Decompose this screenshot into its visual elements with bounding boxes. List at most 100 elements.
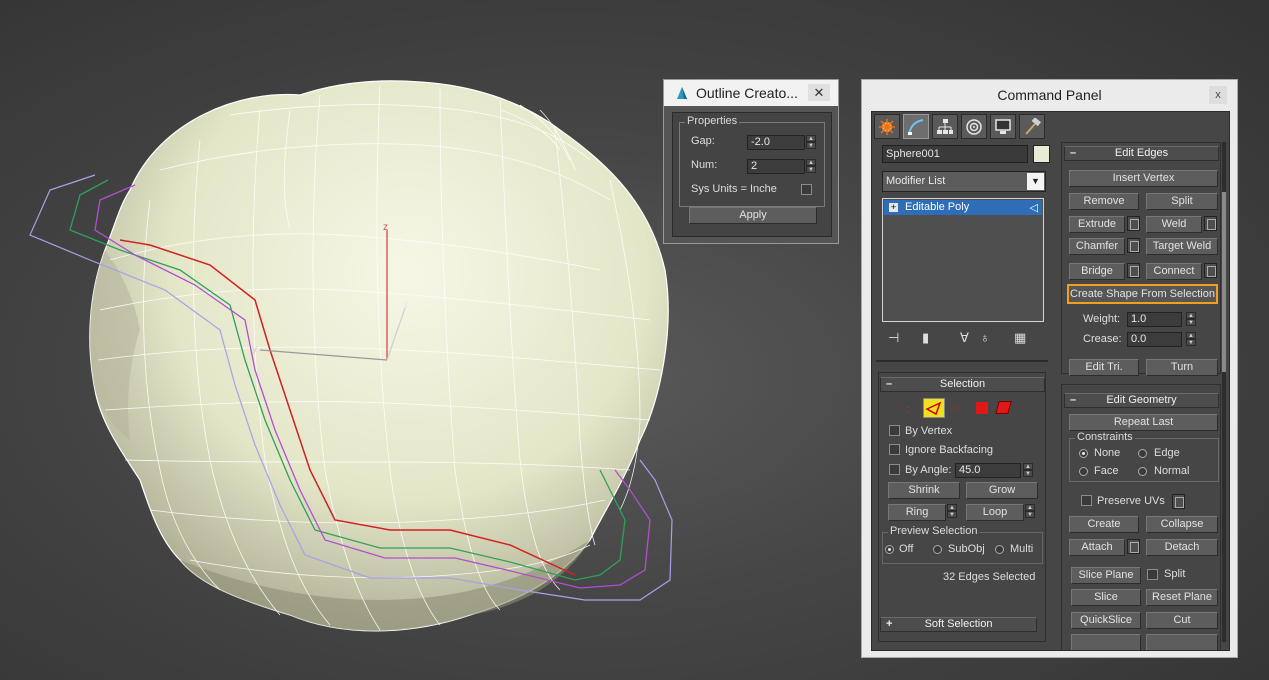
constraint-none-label: None	[1094, 447, 1121, 459]
reset-plane-button[interactable]: Reset Plane	[1146, 589, 1218, 606]
by-angle-field[interactable]: 45.0	[955, 463, 1021, 478]
modifier-list-dropdown[interactable]: Modifier List	[882, 171, 1046, 192]
chevron-down-icon[interactable]: ▼	[1027, 173, 1044, 190]
preview-subobj-radio[interactable]	[933, 545, 942, 554]
tab-utilities[interactable]	[1019, 114, 1045, 139]
chamfer-settings-button[interactable]	[1127, 238, 1140, 253]
edit-edges-rollout-header[interactable]: – Edit Edges	[1064, 146, 1219, 161]
weight-label: Weight:	[1083, 313, 1121, 325]
object-color-swatch[interactable]	[1033, 145, 1050, 163]
polygon-icon[interactable]	[976, 402, 988, 414]
slice-plane-button[interactable]: Slice Plane	[1071, 567, 1141, 584]
gap-field[interactable]: -2.0	[747, 135, 805, 150]
insert-vertex-button[interactable]: Insert Vertex	[1069, 170, 1218, 187]
by-angle-checkbox[interactable]	[889, 464, 900, 475]
num-label: Num:	[691, 159, 718, 171]
remove-modifier-icon[interactable]: ♁	[980, 330, 990, 345]
tab-motion[interactable]	[961, 114, 987, 139]
crease-spinner[interactable]: ▲ ▼	[1186, 332, 1196, 347]
target-weld-button[interactable]: Target Weld	[1146, 238, 1218, 255]
outline-creator-titlebar[interactable]: Outline Creato... ✕	[664, 80, 838, 106]
modifier-stack[interactable]: + Editable Poly ◁	[882, 198, 1044, 322]
ignore-backfacing-checkbox[interactable]	[889, 444, 900, 455]
weight-field[interactable]: 1.0	[1127, 312, 1182, 327]
constraint-face-label: Face	[1094, 465, 1119, 477]
create-shape-from-selection-button[interactable]: Create Shape From Selection	[1067, 284, 1218, 304]
by-vertex-checkbox[interactable]	[889, 425, 900, 436]
sys-units-checkbox[interactable]	[801, 184, 812, 195]
attach-button[interactable]: Attach	[1069, 539, 1125, 556]
slice-button[interactable]: Slice	[1071, 589, 1141, 606]
edit-tri-button[interactable]: Edit Tri.	[1069, 359, 1139, 376]
weld-settings-button[interactable]	[1204, 216, 1217, 231]
weight-spinner[interactable]: ▲ ▼	[1186, 312, 1196, 327]
weld-button[interactable]: Weld	[1146, 216, 1202, 233]
constraint-face-radio[interactable]	[1079, 467, 1088, 476]
tab-hierarchy[interactable]	[932, 114, 958, 139]
extrude-button[interactable]: Extrude	[1069, 216, 1125, 233]
preview-off-radio[interactable]	[885, 545, 894, 554]
preserve-uvs-checkbox[interactable]	[1081, 495, 1092, 506]
chamfer-button[interactable]: Chamfer	[1069, 238, 1125, 255]
turn-button[interactable]: Turn	[1146, 359, 1218, 376]
panel-scrollbar[interactable]	[1222, 142, 1226, 642]
preserve-uvs-settings-button[interactable]	[1172, 494, 1185, 509]
create-button[interactable]: Create	[1069, 516, 1139, 533]
detach-button[interactable]: Detach	[1146, 539, 1218, 556]
command-panel-body: Sphere001 Modifier List ▼ + Editable Pol…	[871, 111, 1230, 651]
object-name-field[interactable]: Sphere001	[882, 145, 1028, 163]
by-angle-spinner[interactable]: ▲ ▼	[1023, 463, 1033, 478]
split-button[interactable]: Split	[1146, 193, 1218, 210]
grow-button[interactable]: Grow	[966, 482, 1038, 499]
apply-button[interactable]: Apply	[689, 207, 817, 224]
outline-creator-close-button[interactable]: ✕	[808, 84, 830, 101]
ring-spinner[interactable]: ▲ ▼	[947, 504, 957, 519]
outline-creator-window[interactable]: Outline Creato... ✕ Properties Gap: -2.0…	[663, 79, 839, 244]
cut-button[interactable]: Cut	[1146, 612, 1218, 629]
soft-selection-rollout-header[interactable]: + Soft Selection	[880, 617, 1037, 632]
show-end-result-icon[interactable]: ▮	[922, 330, 929, 346]
stack-item-editable-poly[interactable]: + Editable Poly ◁	[884, 200, 1042, 215]
vertex-icon[interactable]: ·:	[902, 402, 909, 416]
quickslice-button[interactable]: QuickSlice	[1071, 612, 1141, 629]
partial-button[interactable]	[1146, 634, 1218, 650]
num-field[interactable]: 2	[747, 159, 805, 174]
loop-button[interactable]: Loop	[966, 504, 1024, 521]
collapse-button[interactable]: Collapse	[1146, 516, 1218, 533]
tab-display[interactable]	[990, 114, 1016, 139]
bridge-settings-button[interactable]	[1127, 263, 1140, 278]
make-unique-icon[interactable]: ∀	[960, 330, 969, 346]
bridge-button[interactable]: Bridge	[1069, 263, 1125, 280]
constraint-normal-radio[interactable]	[1138, 467, 1147, 476]
tab-modify[interactable]	[903, 114, 929, 139]
shrink-button[interactable]: Shrink	[888, 482, 960, 499]
preview-multi-radio[interactable]	[995, 545, 1004, 554]
constraint-edge-radio[interactable]	[1138, 449, 1147, 458]
connect-button[interactable]: Connect	[1146, 263, 1202, 280]
command-panel-window[interactable]: Command Panel x Sphere001 Modifier List …	[861, 79, 1238, 658]
sys-units-label: Sys Units = Inche	[691, 183, 777, 195]
edge-icon[interactable]	[923, 398, 945, 418]
attach-settings-button[interactable]	[1127, 539, 1140, 554]
partial-button[interactable]	[1071, 634, 1141, 650]
command-panel-close-button[interactable]: x	[1209, 86, 1227, 104]
ring-button[interactable]: Ring	[888, 504, 946, 521]
gap-spinner[interactable]: ▲ ▼	[806, 135, 816, 150]
configure-modifier-sets-icon[interactable]: ▦	[1014, 330, 1026, 346]
loop-spinner[interactable]: ▲ ▼	[1025, 504, 1035, 519]
border-icon[interactable]: ◌	[950, 400, 958, 415]
constraint-none-radio[interactable]	[1079, 449, 1088, 458]
connect-settings-button[interactable]	[1204, 263, 1217, 278]
axis-y-label: y	[252, 344, 257, 355]
pin-stack-icon[interactable]: ⊣	[888, 330, 899, 346]
num-spinner[interactable]: ▲ ▼	[806, 159, 816, 174]
extrude-settings-button[interactable]	[1127, 216, 1140, 231]
remove-button[interactable]: Remove	[1069, 193, 1139, 210]
preview-off-label: Off	[899, 543, 914, 555]
repeat-last-button[interactable]: Repeat Last	[1069, 414, 1218, 431]
expand-icon[interactable]: +	[889, 203, 898, 212]
tab-create[interactable]	[874, 114, 900, 139]
crease-field[interactable]: 0.0	[1127, 332, 1182, 347]
edit-geometry-rollout-header[interactable]: – Edit Geometry	[1064, 393, 1219, 408]
split-checkbox[interactable]	[1147, 569, 1158, 580]
